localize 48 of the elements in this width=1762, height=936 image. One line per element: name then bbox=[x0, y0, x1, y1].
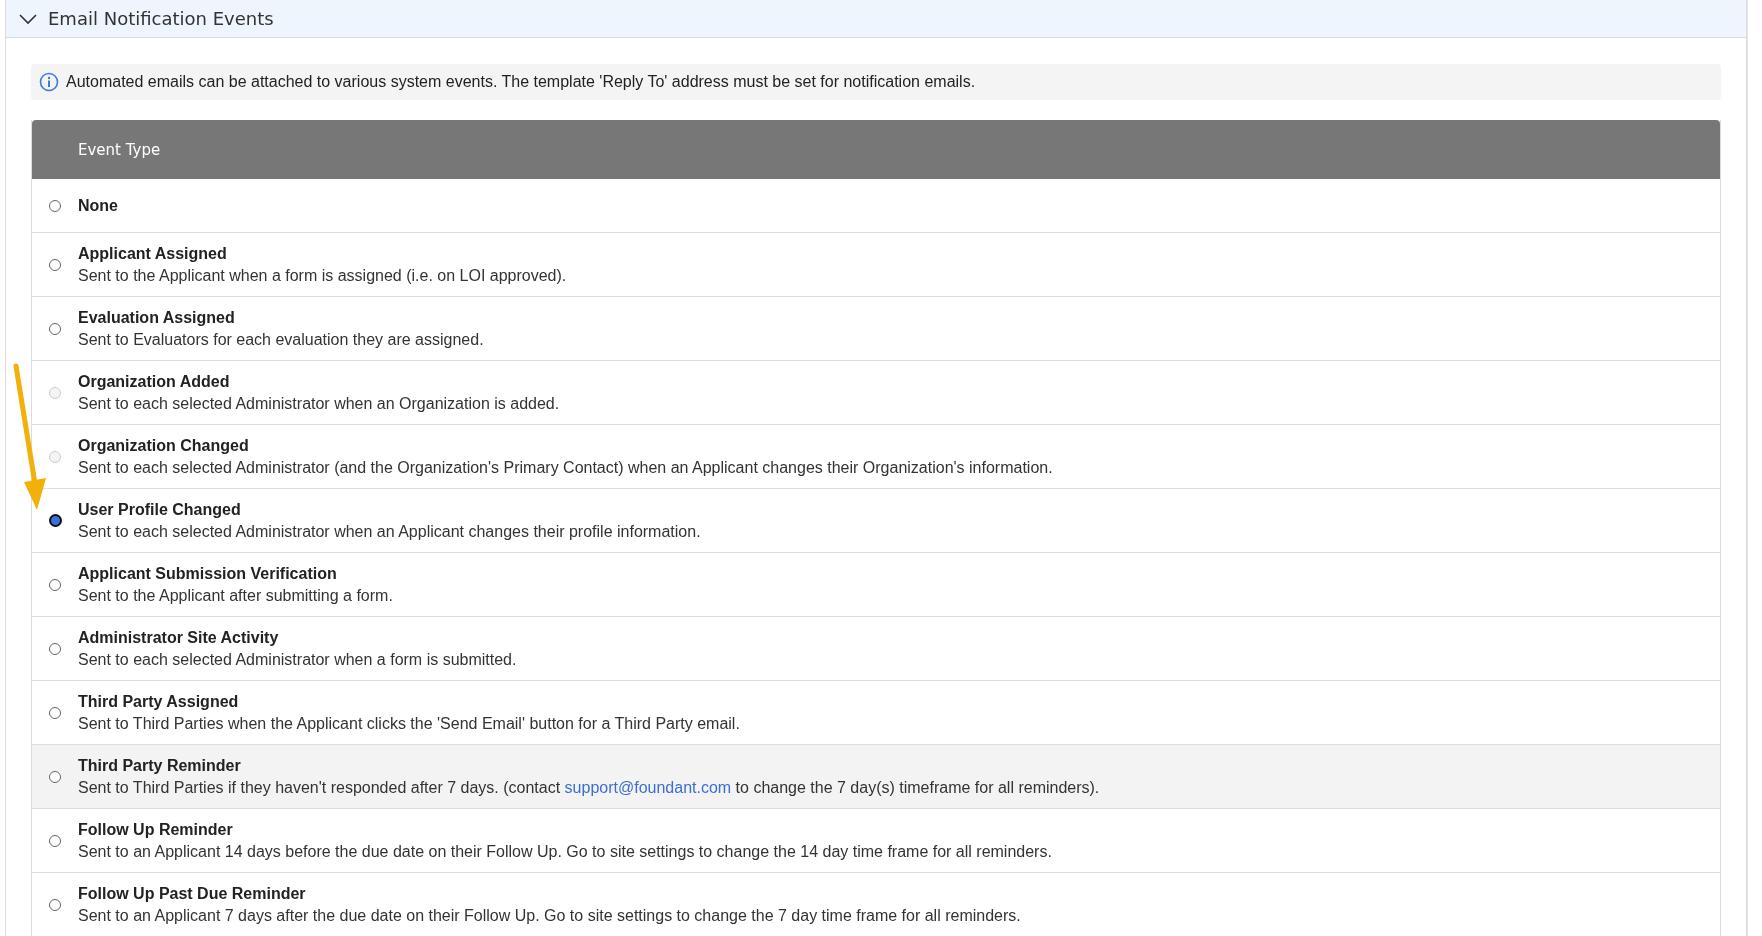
info-message: Automated emails can be attached to various system events. The template 'Reply To' address must be set for notification emails. bbox=[66, 73, 976, 91]
event-name: Follow Up Reminder bbox=[78, 820, 234, 839]
event-row[interactable]: None bbox=[32, 179, 1720, 232]
event-name: Organization Changed bbox=[78, 436, 250, 455]
event-description: Sent to an Applicant 7 days after the due date on their Follow Up. Go to site settings to change the 7 day time frame for all reminders. bbox=[78, 906, 1021, 925]
event-name: User Profile Changed bbox=[78, 500, 242, 519]
radio-button[interactable] bbox=[49, 258, 61, 271]
event-description: Sent to each selected Administrator (and the Organization's Primary Contact) when an Applicant changes their Organization's information. bbox=[78, 458, 1053, 477]
event-row[interactable]: Evaluation Assigned Sent to Evaluators for each evaluation they are assigned. bbox=[32, 296, 1720, 360]
event-row[interactable]: Applicant Assigned Sent to the Applicant when a form is assigned (i.e. on LOI approved). bbox=[32, 232, 1720, 296]
event-name: Applicant Submission Verification bbox=[78, 564, 338, 583]
radio-button[interactable] bbox=[49, 199, 61, 212]
event-name: Organization Added bbox=[78, 372, 231, 391]
radio-button[interactable] bbox=[49, 578, 61, 591]
event-description: Sent to an Applicant 14 days before the due date on their Follow Up. Go to site settings to change the 14 day time frame for all reminders. bbox=[78, 842, 1052, 861]
event-description: Sent to Evaluators for each evaluation they are assigned. bbox=[78, 330, 484, 349]
column-header: Event Type bbox=[32, 120, 1720, 179]
event-name: Third Party Assigned bbox=[78, 692, 240, 711]
event-row[interactable]: Administrator Site Activity Sent to each selected Administrator when a form is submitted. bbox=[32, 616, 1720, 680]
event-name: None bbox=[78, 196, 118, 215]
radio-button[interactable] bbox=[49, 322, 61, 335]
event-description: Sent to Third Parties when the Applicant clicks the 'Send Email' button for a Third Party email. bbox=[78, 714, 740, 733]
event-name: Evaluation Assigned bbox=[78, 308, 236, 327]
event-name: Third Party Reminder bbox=[78, 756, 242, 775]
event-row[interactable]: User Profile Changed Sent to each selected Administrator when an Applicant changes their profile information. bbox=[32, 488, 1720, 552]
event-name: Follow Up Past Due Reminder bbox=[78, 884, 307, 903]
event-description: Sent to Third Parties if they haven't responded after 7 days. (contact support@foundant.com to change the 7 day(s) timeframe for all reminders). bbox=[78, 778, 1100, 797]
chevron-down-icon[interactable] bbox=[18, 12, 38, 25]
event-description: Sent to each selected Administrator when a form is submitted. bbox=[78, 650, 517, 669]
radio-button[interactable] bbox=[49, 834, 61, 847]
event-name: Administrator Site Activity bbox=[78, 628, 280, 647]
event-row[interactable]: Follow Up Past Due Reminder Sent to an Applicant 7 days after the due date on their Follow Up. Go to site settings to change the 7 day time frame for all reminders. bbox=[32, 872, 1720, 936]
radio-button[interactable] bbox=[49, 706, 61, 719]
event-name: Applicant Assigned bbox=[78, 244, 228, 263]
radio-button[interactable] bbox=[49, 770, 61, 783]
event-description: Sent to each selected Administrator when an Organization is added. bbox=[78, 394, 560, 413]
radio-button[interactable] bbox=[48, 514, 62, 527]
event-row[interactable]: Third Party Reminder Sent to Third Parties if they haven't responded after 7 days. (contact support@foundant.com to change the 7 day(s) timeframe for all reminders). bbox=[32, 744, 1720, 808]
info-icon bbox=[39, 72, 59, 92]
event-row[interactable]: Applicant Submission Verification Sent to the Applicant after submitting a form. bbox=[32, 552, 1720, 616]
radio-button[interactable] bbox=[49, 898, 61, 911]
event-row[interactable]: Follow Up Reminder Sent to an Applicant 14 days before the due date on their Follow Up. Go to site settings to change the 14 day time frame for all reminders. bbox=[32, 808, 1720, 872]
event-description: Sent to each selected Administrator when an Applicant changes their profile information. bbox=[78, 522, 701, 541]
event-description: Sent to the Applicant when a form is assigned (i.e. on LOI approved). bbox=[78, 266, 567, 285]
section-title[interactable]: Email Notification Events bbox=[48, 8, 274, 29]
event-description: Sent to the Applicant after submitting a form. bbox=[78, 586, 393, 605]
radio-button[interactable] bbox=[49, 642, 61, 655]
support-email-link[interactable]: support@foundant.com bbox=[564, 778, 732, 796]
